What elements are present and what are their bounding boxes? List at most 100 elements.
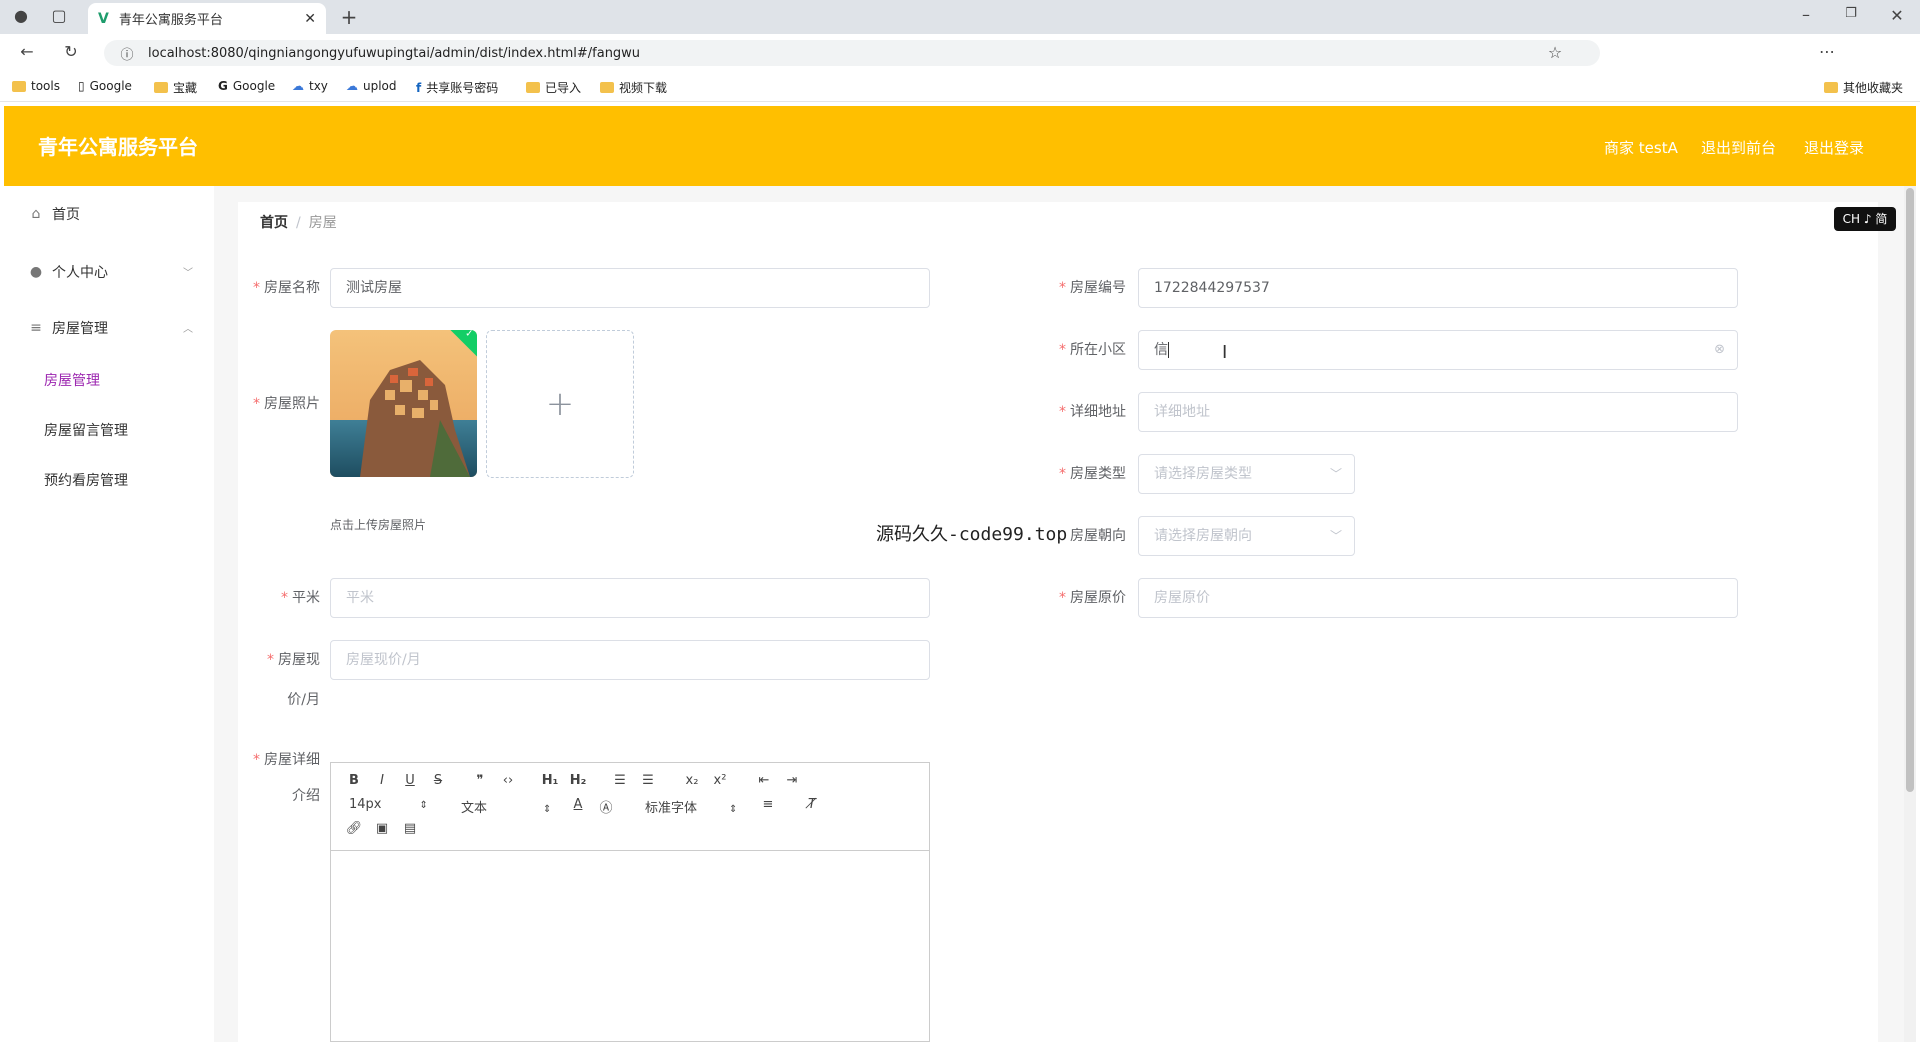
window-close-icon[interactable]: ✕ [1886,6,1908,25]
vue-favicon-icon: V [98,10,109,27]
back-icon[interactable]: ← [16,42,38,61]
font-color-icon[interactable]: A [567,797,589,812]
outdent-icon[interactable]: ⇤ [753,773,775,788]
background-color-icon[interactable]: Ⓐ [595,797,617,816]
chevron-up-icon: ︿ [183,324,193,335]
language-badge[interactable]: CH ♪ 简 [1834,207,1896,231]
editor-body[interactable] [331,852,929,1041]
restore-icon[interactable]: ❐ [1840,6,1862,21]
ordered-list-icon[interactable]: ☰ [609,773,631,788]
bookmark-item[interactable]: 已导入 [526,79,581,96]
sidebar-sub-viewings[interactable]: 预约看房管理 [44,470,128,490]
browser-tab[interactable]: V 青年公寓服务平台 ✕ [88,3,326,34]
to-front-link[interactable]: 退出到前台 [1701,137,1776,158]
chevron-down-icon: ﹀ [183,268,193,279]
area-input[interactable]: 平米 [330,578,930,618]
font-size-select[interactable]: 14px ⇕ [349,797,428,812]
price-label-cont: 价/月 [287,692,320,708]
logout-link[interactable]: 退出登录 [1804,137,1864,158]
bookmark-item[interactable]: ▯ Google [78,79,132,93]
name-input[interactable]: 测试房屋 [330,268,930,308]
indent-icon[interactable]: ⇥ [781,773,803,788]
italic-icon[interactable]: I [371,773,393,788]
photo-label: * 房屋照片 [253,396,320,412]
type-label: * 房屋类型 [1059,466,1126,482]
image-icon[interactable]: ▣ [371,821,393,836]
browser-tab-strip: ● ▢ V 青年公寓服务平台 ✕ + – ❐ ✕ [0,0,1920,34]
new-tab-icon[interactable]: + [338,5,360,29]
code-label: * 房屋编号 [1059,280,1126,296]
favorite-star-icon[interactable]: ☆ [1544,43,1566,62]
scrollbar-thumb[interactable] [1906,188,1914,792]
bookmark-item[interactable]: G Google [218,79,275,93]
h2-icon[interactable]: H₂ [567,773,589,788]
more-icon[interactable]: ⋯ [1816,42,1838,61]
tab-close-icon[interactable]: ✕ [304,11,316,27]
home-icon: ⌂ [31,206,41,222]
price-label: * 房屋现 [267,652,320,668]
subscript-icon[interactable]: x₂ [681,773,703,788]
orientation-select[interactable]: 请选择房屋朝向 ﹀ [1138,516,1355,556]
origprice-label: * 房屋原价 [1059,590,1126,606]
orientation-label: 房屋朝向 [1070,528,1126,544]
align-icon[interactable]: ≡ [757,797,779,812]
community-label: * 所在小区 [1059,342,1126,358]
bookmark-item[interactable]: f 共享账号密码 [416,79,498,96]
address-label: * 详细地址 [1059,404,1126,420]
sidebar-sub-comments[interactable]: 房屋留言管理 [44,420,128,440]
profile-icon[interactable]: ● [10,6,32,25]
video-icon[interactable]: ▤ [399,821,421,836]
url-text: localhost:8080/qingniangongyufuwupingtai… [148,45,641,61]
block-format-select[interactable]: 文本 ⇕ [461,797,551,816]
underline-icon[interactable]: U [399,773,421,788]
breadcrumb-current: 房屋 [308,215,337,231]
breadcrumb-home[interactable]: 首页 [260,215,288,231]
area-label: * 平米 [281,590,320,606]
code-input[interactable]: 1722844297537 [1138,268,1738,308]
refresh-icon[interactable]: ↻ [60,42,82,61]
price-input[interactable]: 房屋现价/月 [330,640,930,680]
sidebar-item-personal[interactable]: ● 个人中心 [28,262,108,282]
clear-format-icon[interactable]: T̸ [801,797,823,812]
current-user: 商家 testA [1604,139,1678,157]
sidebar-item-home[interactable]: ⌂ 首页 [28,204,80,224]
quote-icon[interactable]: ❞ [469,773,491,788]
sidebar-item-house-mgmt[interactable]: ≡ 房屋管理 [28,318,108,338]
sidebar-sub-house[interactable]: 房屋管理 [44,370,100,390]
other-bookmarks[interactable]: 其他收藏夹 [1824,79,1903,96]
address-input[interactable]: 详细地址 [1138,392,1738,432]
community-input[interactable]: 信 ⊗ [1138,330,1738,370]
superscript-icon[interactable]: x² [709,773,731,788]
minimize-icon[interactable]: – [1795,5,1817,24]
user-icon: ● [29,264,43,280]
text-cursor-icon: I [1222,342,1228,363]
chevron-down-icon: ﹀ [1329,529,1342,543]
bold-icon[interactable]: B [343,773,365,788]
bullet-list-icon[interactable]: ☰ [637,773,659,788]
bookmark-item[interactable]: ☁ txy [292,79,328,93]
bookmark-item[interactable]: 视频下载 [600,79,667,96]
upload-tip: 点击上传房屋照片 [330,518,427,532]
rich-text-editor: B I U S ❞ ‹› H₁ H₂ ☰ ☰ x₂ x² ⇤ ⇥ 14px ⇕ 文… [330,762,930,1042]
sliders-icon: ≡ [30,320,42,336]
bookmark-item[interactable]: tools [12,79,60,93]
font-family-select[interactable]: 标准字体 ⇕ [645,797,737,816]
origprice-input[interactable]: 房屋原价 [1138,578,1738,618]
address-bar[interactable]: ⓘ localhost:8080/qingniangongyufuwupingt… [104,40,1600,66]
breadcrumb: 首页 / 房屋 [260,215,337,231]
upload-button[interactable]: + [486,330,634,478]
strike-icon[interactable]: S [427,773,449,788]
bookmark-item[interactable]: 宝藏 [154,79,197,96]
clear-input-icon[interactable]: ⊗ [1714,331,1725,369]
name-label: * 房屋名称 [253,280,320,296]
tab-actions-icon[interactable]: ▢ [48,6,70,25]
code-icon[interactable]: ‹› [497,773,519,788]
sidebar [4,186,214,1042]
app-title: 青年公寓服务平台 [38,135,198,159]
h1-icon[interactable]: H₁ [539,773,561,788]
photo-thumbnail[interactable]: ✓ [330,330,477,477]
bookmark-item[interactable]: ☁ uplod [346,79,397,93]
link-icon[interactable]: 🔗︎ [343,821,365,836]
community-value: 信 [1154,342,1168,358]
type-select[interactable]: 请选择房屋类型 ﹀ [1138,454,1355,494]
